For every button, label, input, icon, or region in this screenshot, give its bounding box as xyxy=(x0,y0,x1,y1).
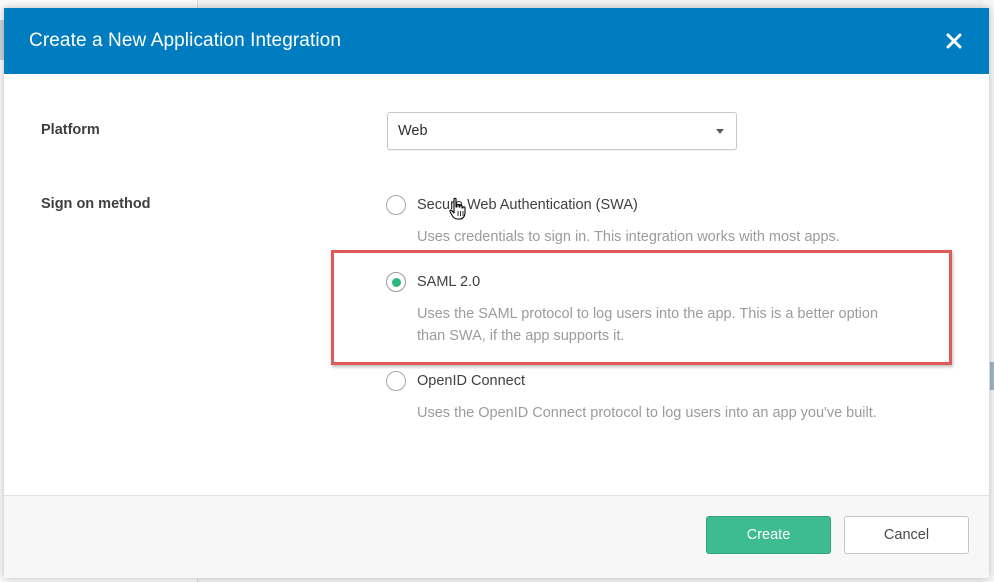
dialog-footer: Create Cancel xyxy=(4,495,989,578)
openid-radio[interactable] xyxy=(386,371,406,391)
platform-select[interactable]: Web xyxy=(387,112,737,150)
caret-down-icon xyxy=(716,128,724,134)
dialog-body: Platform Web Sign on method Secure Web A… xyxy=(4,74,989,495)
openid-option-description: Uses the OpenID Connect protocol to log … xyxy=(417,405,877,421)
cancel-button[interactable]: Cancel xyxy=(844,516,969,554)
background-right-mark xyxy=(990,362,994,390)
swa-radio[interactable] xyxy=(386,195,406,215)
dialog-title: Create a New Application Integration xyxy=(29,30,342,51)
create-app-integration-dialog: Create a New Application Integration Pla… xyxy=(4,8,989,578)
platform-label: Platform xyxy=(41,122,100,138)
close-icon xyxy=(946,33,962,49)
dialog-header: Create a New Application Integration xyxy=(4,8,989,74)
swa-option-description: Uses credentials to sign in. This integr… xyxy=(417,229,840,245)
hand-pointer-cursor-icon xyxy=(449,197,466,220)
close-button[interactable] xyxy=(943,30,965,52)
create-button[interactable]: Create xyxy=(706,516,831,554)
platform-selected-value: Web xyxy=(398,123,428,139)
sign-on-option-openid: OpenID Connect Uses the OpenID Connect p… xyxy=(386,370,877,424)
saml-highlight-box xyxy=(331,250,952,365)
sign-on-method-label: Sign on method xyxy=(41,196,151,212)
openid-option-label[interactable]: OpenID Connect xyxy=(417,373,525,389)
